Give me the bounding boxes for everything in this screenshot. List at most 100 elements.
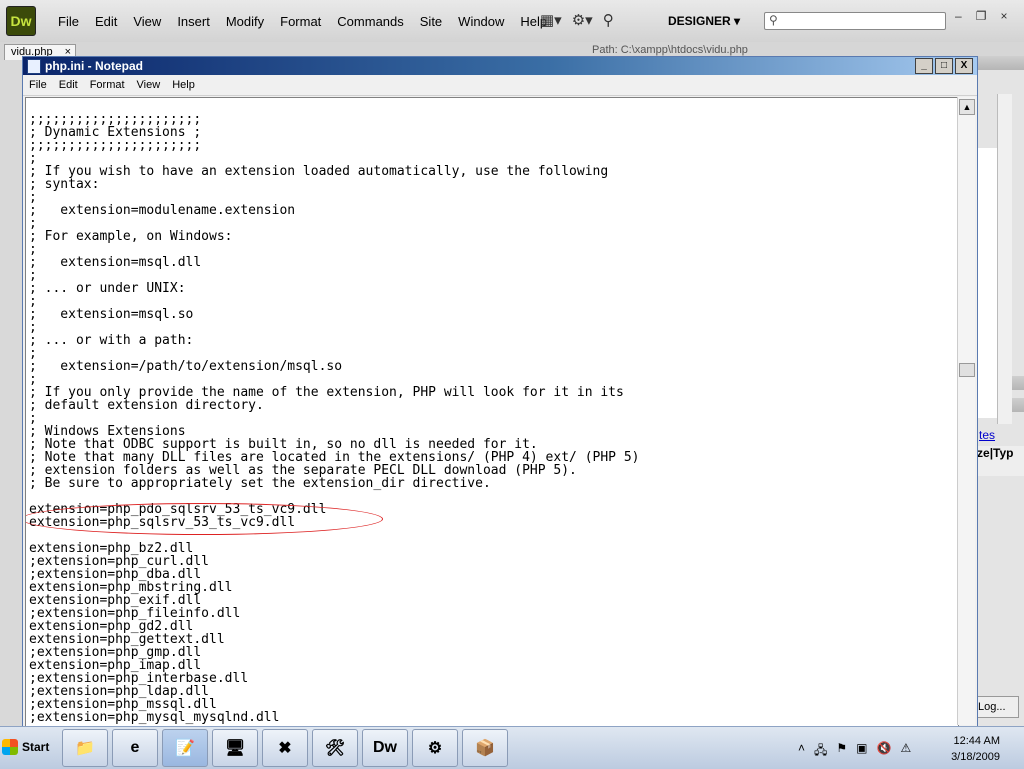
taskbar-button[interactable]: 📝	[162, 729, 208, 767]
code-line: ; extension=msql.so	[29, 307, 194, 322]
dreamweaver-logo: Dw	[6, 6, 36, 36]
taskbar-button[interactable]: 📦	[462, 729, 508, 767]
scroll-thumb[interactable]	[959, 363, 975, 377]
tools-icon: 🛠	[324, 740, 346, 757]
dw-menu-site[interactable]: Site	[412, 14, 450, 29]
volume-muted-icon[interactable]: 🔇	[877, 741, 892, 762]
code-line: ; extension=modulename.extension	[29, 203, 296, 218]
notepad-titlebar[interactable]: php.ini - Notepad _ □ X	[23, 57, 977, 75]
vertical-scrollbar[interactable]: ▲	[957, 97, 975, 725]
code-line: ; default extension directory.	[29, 398, 264, 413]
close-button[interactable]: ×	[1000, 9, 1007, 23]
dw-menu-format[interactable]: Format	[272, 14, 329, 29]
workspace-switcher[interactable]: DESIGNER ▾	[668, 14, 740, 28]
dw-menu-window[interactable]: Window	[450, 14, 512, 29]
dreamweaver-menu-list: File Edit View Insert Modify Format Comm…	[50, 14, 555, 29]
code-line: ; If you wish to have an extension loade…	[29, 164, 609, 179]
notepad-icon: 📝	[175, 740, 195, 757]
np-menu-format[interactable]: Format	[84, 75, 131, 95]
dreamweaver-toolbar: ▦▾ ⚙▾ ⚲	[540, 11, 614, 29]
notepad-window-controls: _ □ X	[915, 58, 973, 74]
dreamweaver-menubar: Dw File Edit View Insert Modify Format C…	[0, 0, 1024, 43]
minimize-button[interactable]: _	[915, 58, 933, 74]
panel-link[interactable]: tes	[979, 428, 995, 442]
column-header[interactable]: Typ	[993, 446, 1013, 460]
dw-menu-commands[interactable]: Commands	[329, 14, 411, 29]
taskbar-button[interactable]: ⚙	[412, 729, 458, 767]
notepad-window: php.ini - Notepad _ □ X File Edit Format…	[22, 56, 978, 728]
np-menu-edit[interactable]: Edit	[53, 75, 84, 95]
code-line: ; extension=/path/to/extension/msql.so	[29, 359, 343, 374]
taskbar: Start 📁 e 📝 🖥 ✖ 🛠 Dw ⚙ 📦 ˄ 🖧 ⚑ ▣ 🔇 ⚠ 12:44 AM 3/…	[0, 726, 1024, 769]
taskbar-apps: 📁 e 📝 🖥 ✖ 🛠 Dw ⚙ 📦	[62, 729, 508, 767]
minimize-button[interactable]: –	[955, 9, 962, 23]
code-line: ; syntax:	[29, 177, 100, 192]
installer-icon: 📦	[475, 740, 495, 757]
gear-icon[interactable]: ⚙▾	[572, 11, 593, 29]
code-line: ; For example, on Windows:	[29, 229, 233, 244]
code-line: ; ... or under UNIX:	[29, 281, 186, 296]
tray-icons: ˄ 🖧 ⚑ ▣ 🔇 ⚠	[798, 741, 911, 762]
site-map-icon[interactable]: ⚲	[603, 11, 614, 29]
clock-time[interactable]: 12:44 AM	[944, 735, 1000, 747]
notepad-menubar: File Edit Format View Help	[23, 75, 977, 96]
code-lines: ;;;;;;;;;;;;;;;;;;;;;;; Dynamic Extensio…	[29, 113, 639, 724]
dw-menu-view[interactable]: View	[125, 14, 169, 29]
taskbar-button[interactable]: e	[112, 729, 158, 767]
dreamweaver-window-controls: – ❐ ×	[955, 9, 1007, 23]
taskbar-button[interactable]: 🖥	[212, 729, 258, 767]
control-panel-icon: ⚙	[427, 740, 443, 757]
start-label: Start	[22, 740, 50, 754]
taskbar-button[interactable]: 📁	[62, 729, 108, 767]
dreamweaver-icon: Dw	[373, 739, 397, 756]
maximize-button[interactable]: □	[935, 58, 953, 74]
column-header[interactable]: ze	[977, 446, 990, 460]
windows-explorer-icon: 📁	[75, 740, 95, 757]
code-line: extension=php_sqlsrv_53_ts_vc9.dll	[29, 515, 296, 530]
dw-menu-insert[interactable]: Insert	[169, 14, 218, 29]
workspace-label: DESIGNER	[668, 14, 731, 28]
alert-icon[interactable]: ⚠	[900, 741, 911, 762]
np-menu-file[interactable]: File	[23, 75, 53, 95]
restore-button[interactable]: ❐	[976, 9, 987, 23]
flag-icon[interactable]: ⚑	[836, 741, 847, 762]
np-menu-view[interactable]: View	[131, 75, 167, 95]
taskbar-button[interactable]: Dw	[362, 729, 408, 767]
panel-header[interactable]	[977, 56, 1024, 70]
chevron-up-icon[interactable]: ˄	[798, 741, 805, 762]
dw-menu-edit[interactable]: Edit	[87, 14, 125, 29]
code-line: ;;;;;;;;;;;;;;;;;;;;;;	[29, 138, 202, 153]
dreamweaver-right-panel: tes ze|Typ Log...	[976, 56, 1024, 726]
notification-icon[interactable]: ▣	[856, 741, 867, 762]
taskbar-button[interactable]: 🛠	[312, 729, 358, 767]
scroll-up-icon[interactable]: ▲	[959, 99, 975, 115]
notepad-title: php.ini - Notepad	[45, 59, 143, 73]
dw-menu-file[interactable]: File	[50, 14, 87, 29]
panel-table-header: ze|Typ	[977, 446, 1024, 476]
code-line: ;extension=php_mysql_mysqlnd.dll	[29, 710, 280, 725]
text-editor-area[interactable]: ;;;;;;;;;;;;;;;;;;;;;;; Dynamic Extensio…	[25, 97, 959, 727]
start-button[interactable]: Start	[2, 737, 54, 759]
internet-explorer-icon: e	[130, 739, 140, 756]
dw-menu-modify[interactable]: Modify	[218, 14, 272, 29]
clock-date[interactable]: 3/18/2009	[938, 751, 1000, 763]
code-line: ; Be sure to appropriately set the exten…	[29, 476, 491, 491]
panel-scrollbar[interactable]	[997, 94, 1012, 424]
taskbar-button[interactable]: ✖	[262, 729, 308, 767]
close-button[interactable]: X	[955, 58, 973, 74]
windows-logo-icon	[2, 739, 18, 755]
code-line: ; extension=msql.dll	[29, 255, 202, 270]
document-path: Path: C:\xampp\htdocs\vidu.php	[592, 44, 748, 56]
code-line: ; ... or with a path:	[29, 333, 194, 348]
layout-icon[interactable]: ▦▾	[540, 11, 562, 29]
search-input[interactable]: ⚲	[764, 12, 946, 30]
remote-desktop-icon: 🖥	[224, 740, 246, 757]
dreamweaver-left-panel	[0, 60, 22, 726]
np-menu-help[interactable]: Help	[166, 75, 201, 95]
log-button[interactable]: Log...	[977, 696, 1019, 718]
network-icon[interactable]: 🖧	[814, 741, 827, 762]
notepad-app-icon	[27, 59, 41, 74]
xampp-icon: ✖	[278, 740, 292, 757]
system-tray: ˄ 🖧 ⚑ ▣ 🔇 ⚠ 12:44 AM 3/18/2009	[792, 733, 1022, 765]
search-icon: ⚲	[769, 13, 778, 27]
